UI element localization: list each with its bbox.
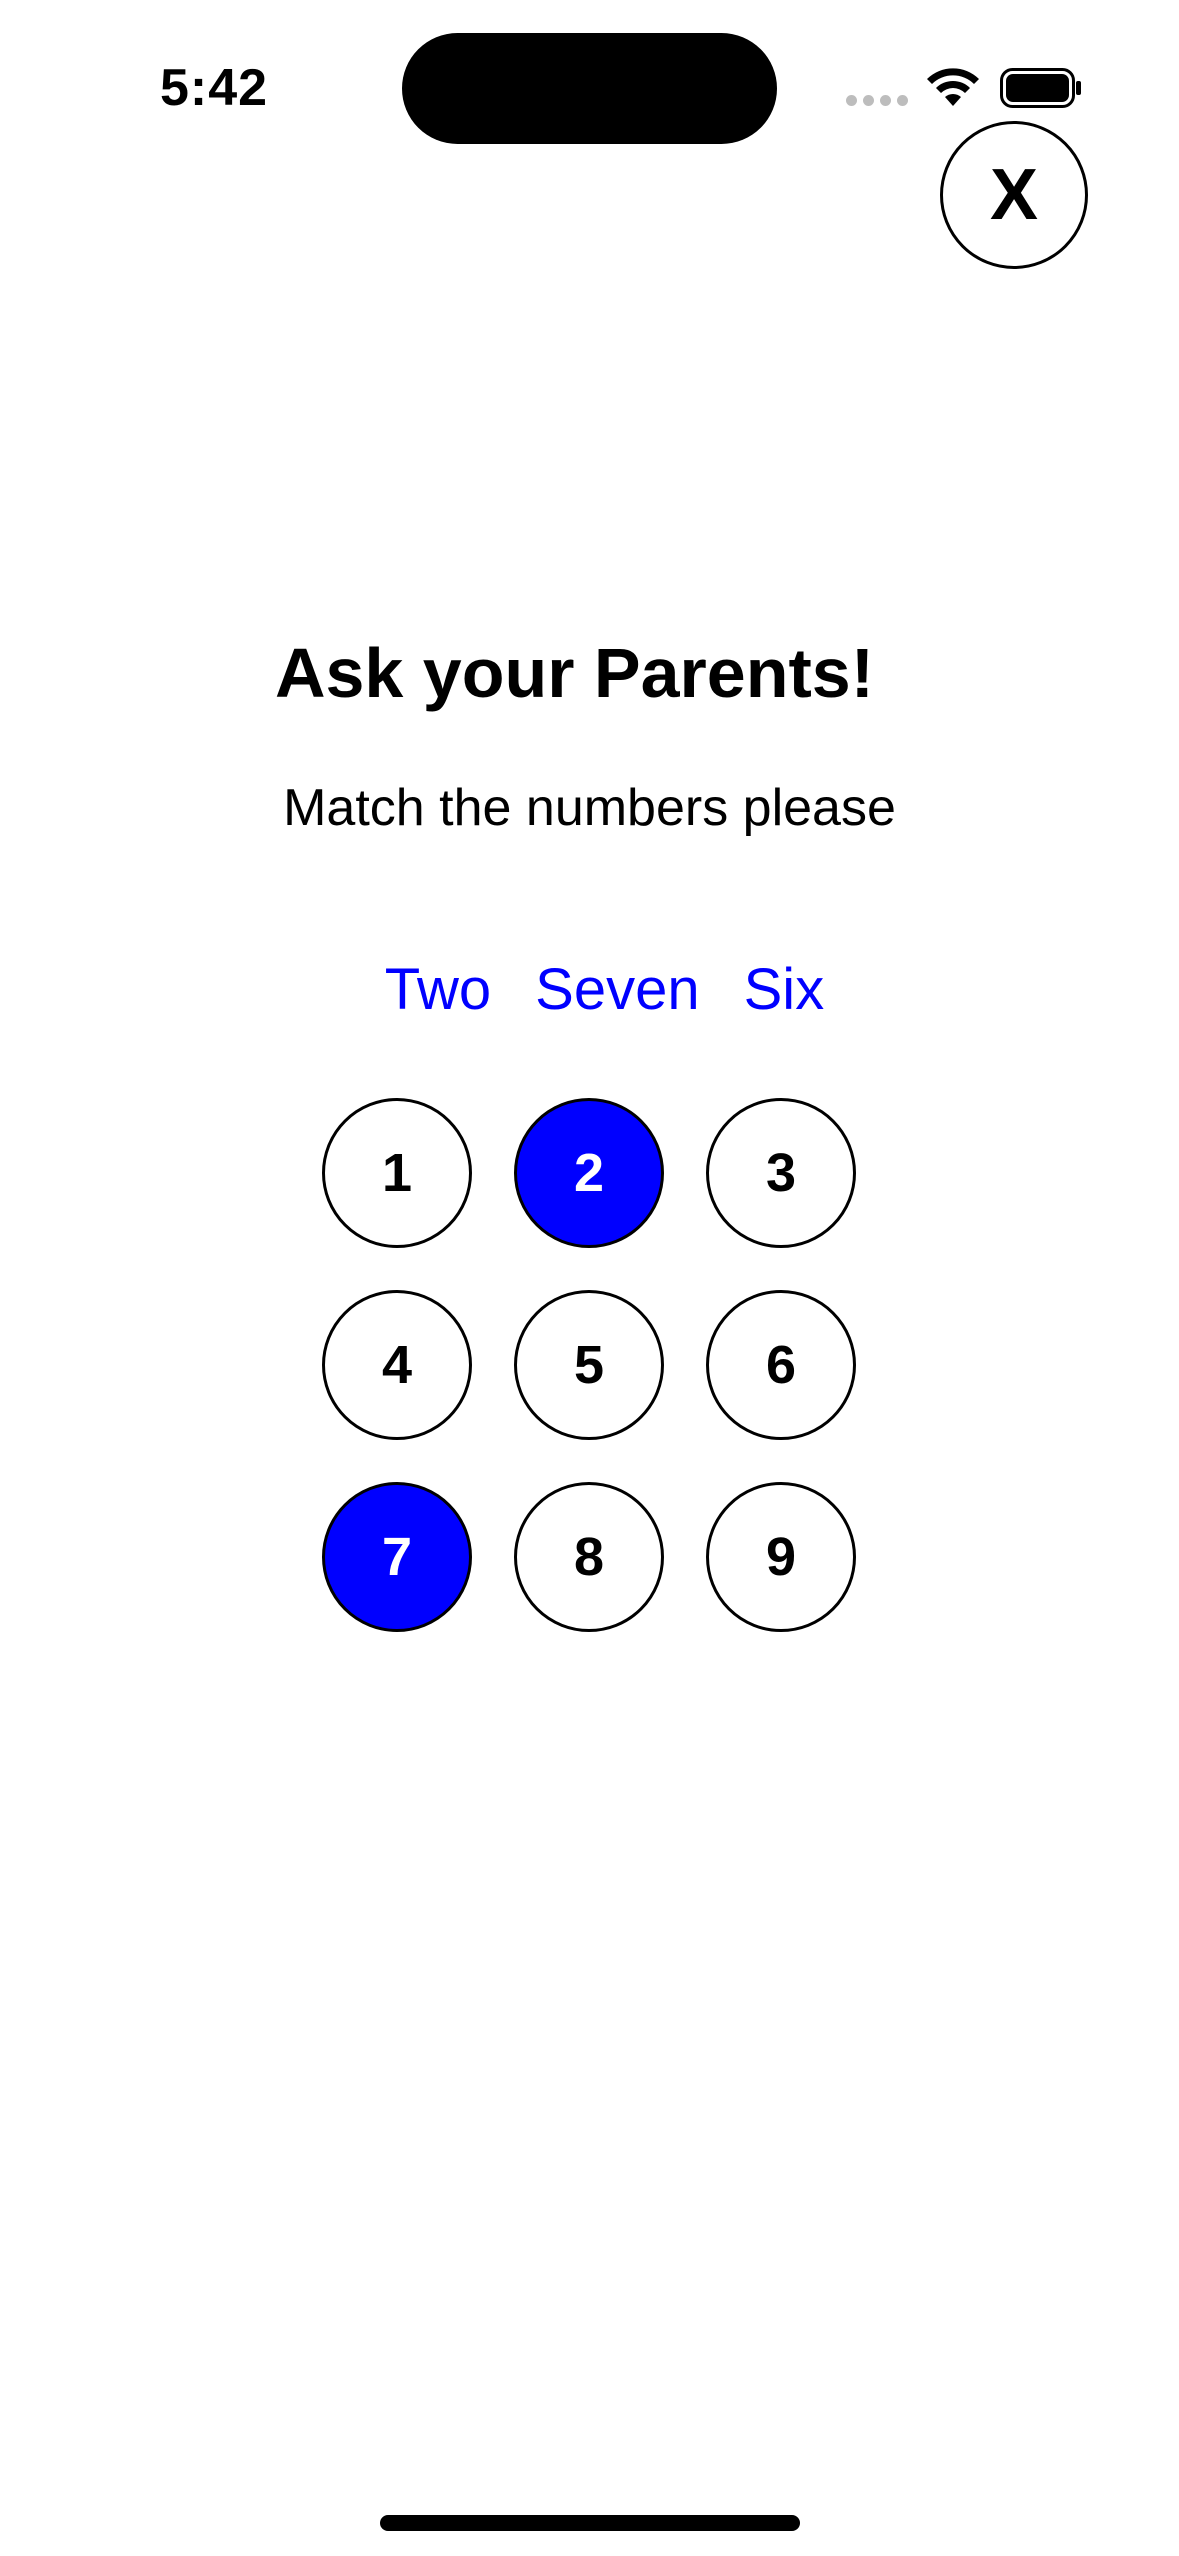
battery-icon xyxy=(1000,68,1081,108)
keypad-button[interactable]: 8 xyxy=(514,1482,664,1632)
keypad-button[interactable]: 7 xyxy=(322,1482,472,1632)
keypad-button[interactable]: 6 xyxy=(706,1290,856,1440)
page-title: Ask your Parents! xyxy=(274,634,875,712)
keypad-button[interactable]: 9 xyxy=(706,1482,856,1632)
keypad-button[interactable]: 1 xyxy=(322,1098,472,1248)
keypad-button[interactable]: 3 xyxy=(706,1098,856,1248)
wifi-icon xyxy=(927,68,979,106)
number-word: Seven xyxy=(535,957,700,1022)
status-time: 5:42 xyxy=(160,59,269,117)
instruction-text: Match the numbers please xyxy=(283,779,896,837)
number-words: Two Seven Six xyxy=(0,956,1179,1023)
keypad-button[interactable]: 2 xyxy=(514,1098,664,1248)
number-word: Two xyxy=(384,957,492,1022)
number-keypad: 1 2 3 4 5 6 7 8 9 xyxy=(322,1098,858,1632)
home-indicator[interactable] xyxy=(380,2515,800,2531)
close-button[interactable]: X xyxy=(940,121,1088,269)
dynamic-island xyxy=(402,33,777,144)
number-word: Six xyxy=(743,957,825,1022)
cellular-signal-icon xyxy=(846,95,908,106)
keypad-button[interactable]: 4 xyxy=(322,1290,472,1440)
keypad-button[interactable]: 5 xyxy=(514,1290,664,1440)
